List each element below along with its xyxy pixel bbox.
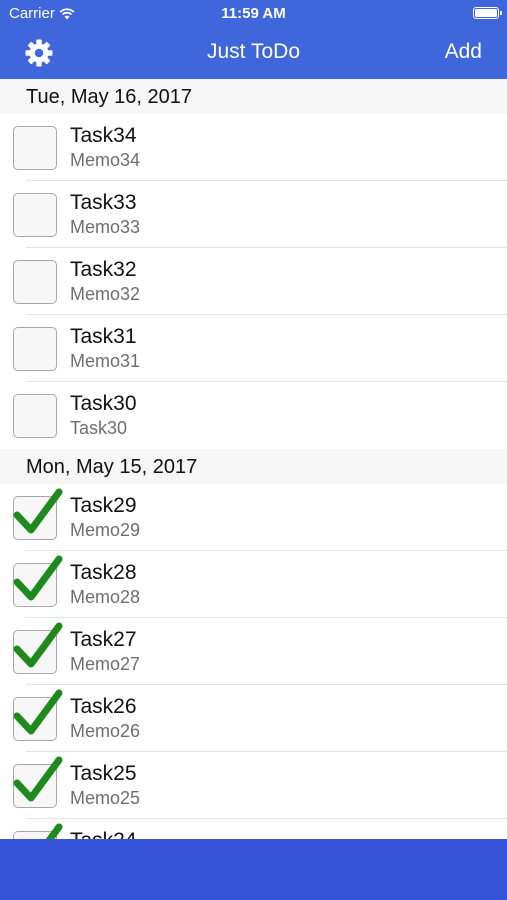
task-row[interactable]: Task27 Memo27 bbox=[0, 618, 507, 685]
navigation-bar: Carrier 11:59 AM Just ToDo Add bbox=[0, 0, 507, 79]
task-row[interactable]: Task32 Memo32 bbox=[0, 248, 507, 315]
task-row[interactable]: Task24 bbox=[0, 819, 507, 839]
task-memo: Memo31 bbox=[70, 351, 141, 371]
checkmark-icon bbox=[13, 555, 63, 601]
task-checkbox[interactable] bbox=[13, 622, 63, 674]
task-checkbox[interactable] bbox=[13, 260, 57, 304]
task-memo: Memo25 bbox=[70, 788, 141, 808]
checkmark-icon bbox=[13, 689, 63, 735]
task-checkbox[interactable] bbox=[13, 327, 57, 371]
task-memo: Memo28 bbox=[70, 587, 141, 607]
task-title: Task31 bbox=[70, 325, 137, 348]
task-row[interactable]: Task31 Memo31 bbox=[0, 315, 507, 382]
task-row[interactable]: Task28 Memo28 bbox=[0, 551, 507, 618]
task-checkbox[interactable] bbox=[13, 689, 63, 741]
task-title: Task29 bbox=[70, 494, 137, 517]
task-section: Tue, May 16, 2017 Task34 Memo34 Task33 M… bbox=[0, 79, 507, 449]
page-title: Just ToDo bbox=[207, 40, 300, 63]
task-row[interactable]: Task25 Memo25 bbox=[0, 752, 507, 819]
task-checkbox[interactable] bbox=[13, 488, 63, 540]
task-memo: Memo26 bbox=[70, 721, 141, 741]
nav-content: Just ToDo Add bbox=[0, 28, 507, 79]
status-bar: Carrier 11:59 AM bbox=[0, 0, 507, 28]
status-time: 11:59 AM bbox=[221, 5, 286, 22]
task-title: Task34 bbox=[70, 124, 137, 147]
task-memo: Memo33 bbox=[70, 217, 141, 237]
task-memo: Memo27 bbox=[70, 654, 141, 674]
bottom-bar bbox=[0, 839, 507, 900]
task-title: Task33 bbox=[70, 191, 137, 214]
task-title: Task26 bbox=[70, 695, 137, 718]
task-row[interactable]: Task30 Task30 bbox=[0, 382, 507, 449]
task-checkbox[interactable] bbox=[13, 126, 57, 170]
task-section: Mon, May 15, 2017 Task29 Memo29 Task28 M… bbox=[0, 449, 507, 839]
task-title: Task32 bbox=[70, 258, 137, 281]
task-checkbox[interactable] bbox=[13, 394, 57, 438]
task-row[interactable]: Task33 Memo33 bbox=[0, 181, 507, 248]
task-checkbox[interactable] bbox=[13, 823, 63, 839]
task-row[interactable]: Task29 Memo29 bbox=[0, 484, 507, 551]
checkmark-icon bbox=[13, 622, 63, 668]
task-title: Task25 bbox=[70, 762, 137, 785]
task-memo: Memo32 bbox=[70, 284, 141, 304]
checkmark-icon bbox=[13, 488, 63, 534]
checkmark-icon bbox=[45, 823, 63, 839]
task-checkbox[interactable] bbox=[13, 756, 63, 808]
task-title: Task28 bbox=[70, 561, 137, 584]
section-header-date: Tue, May 16, 2017 bbox=[0, 79, 507, 114]
task-title: Task30 bbox=[70, 392, 137, 415]
task-checkbox[interactable] bbox=[13, 193, 57, 237]
task-row[interactable]: Task26 Memo26 bbox=[0, 685, 507, 752]
task-title: Task24 bbox=[70, 829, 137, 839]
task-memo: Task30 bbox=[70, 418, 128, 438]
task-memo: Memo34 bbox=[70, 150, 141, 170]
add-button[interactable]: Add bbox=[445, 40, 482, 64]
battery-icon bbox=[473, 7, 502, 19]
task-memo: Memo29 bbox=[70, 520, 141, 540]
checkmark-icon bbox=[13, 756, 63, 802]
task-list[interactable]: Tue, May 16, 2017 Task34 Memo34 Task33 M… bbox=[0, 79, 507, 839]
task-row[interactable]: Task34 Memo34 bbox=[0, 114, 507, 181]
task-title: Task27 bbox=[70, 628, 137, 651]
section-header-date: Mon, May 15, 2017 bbox=[0, 449, 507, 484]
task-checkbox[interactable] bbox=[13, 555, 63, 607]
